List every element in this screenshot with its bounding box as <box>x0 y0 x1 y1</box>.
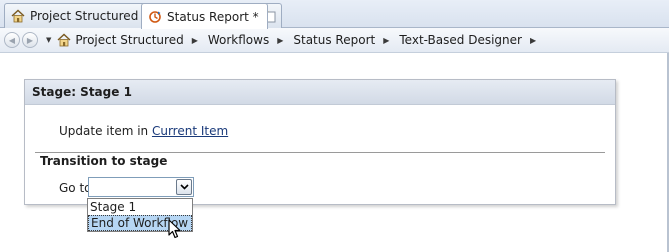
chevron-right-icon[interactable]: ▶ <box>277 36 283 45</box>
arrow-left-icon: ◀ <box>8 35 16 45</box>
section-divider <box>35 152 605 153</box>
workflow-action: Update item in Current Item <box>59 124 228 138</box>
chevron-right-icon[interactable]: ▶ <box>192 36 198 45</box>
stage-title[interactable]: Stage: Stage 1 <box>25 80 615 105</box>
forward-button[interactable]: ▶ <box>22 32 38 48</box>
breadcrumb-label: Workflows <box>207 33 270 47</box>
home-icon <box>57 33 71 47</box>
back-button[interactable]: ◀ <box>4 32 20 48</box>
select-dropdown-button[interactable] <box>176 179 192 195</box>
tab-project-structured[interactable]: Project Structured <box>4 3 148 28</box>
breadcrumb: ◀ ▶ ▼ Project Structured ▶ Workflows ▶ S… <box>0 28 669 53</box>
chevron-down-icon <box>179 182 189 193</box>
goto-label: Go to <box>59 181 92 195</box>
tab-label: Status Report * <box>167 9 259 24</box>
tab-strip: Project Structured Status Report * <box>0 0 669 29</box>
tab-label: Project Structured <box>30 9 139 23</box>
chevron-right-icon[interactable]: ▶ <box>530 36 536 45</box>
home-icon <box>11 9 25 23</box>
breadcrumb-label: Text-Based Designer <box>399 33 522 47</box>
arrow-right-icon: ▶ <box>26 35 34 45</box>
chevron-right-icon[interactable]: ▶ <box>383 36 389 45</box>
transition-heading: Transition to stage <box>40 154 168 168</box>
breadcrumb-label: Status Report <box>293 33 376 47</box>
history-dropdown-icon[interactable]: ▼ <box>46 36 51 44</box>
breadcrumb-item-status-report[interactable]: Status Report <box>293 33 375 47</box>
mouse-pointer-icon <box>168 219 184 244</box>
tab-status-report[interactable]: Status Report * <box>141 3 268 29</box>
breadcrumb-label: Project Structured <box>75 33 184 47</box>
action-text: Update item in <box>59 124 149 138</box>
breadcrumb-item-text-designer[interactable]: Text-Based Designer <box>399 33 522 47</box>
current-item-link[interactable]: Current Item <box>152 124 228 138</box>
breadcrumb-item-project[interactable]: Project Structured <box>57 33 184 47</box>
option-stage-1[interactable]: Stage 1 <box>88 199 192 215</box>
breadcrumb-item-workflows[interactable]: Workflows <box>208 33 269 47</box>
goto-stage-select[interactable] <box>88 177 194 197</box>
workflow-icon <box>148 10 162 24</box>
stage-block[interactable]: Stage: Stage 1 Update item in Current It… <box>24 79 616 205</box>
